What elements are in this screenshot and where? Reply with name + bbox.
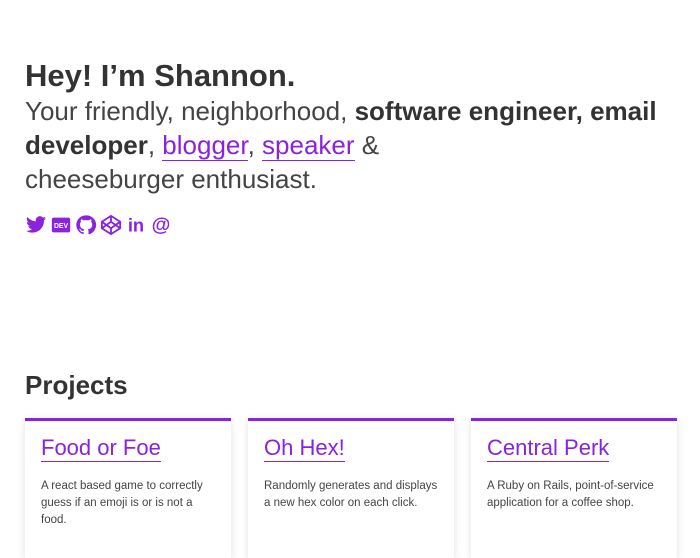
codepen-icon[interactable] (100, 214, 122, 236)
project-description: Randomly generates and displays a new he… (264, 480, 438, 509)
tagline: Your friendly, neighborhood, software en… (25, 94, 685, 196)
twitter-icon[interactable] (25, 214, 47, 236)
linkedin-icon-label: in (128, 214, 144, 235)
tagline-ending: cheeseburger enthusiast. (25, 164, 317, 194)
blogger-link[interactable]: blogger (162, 130, 248, 161)
tagline-intro: Your friendly, neighborhood, (25, 96, 355, 126)
project-cards: Food or Foe A react based game to correc… (25, 418, 677, 558)
project-description: A react based game to correctly guess if… (41, 480, 203, 526)
tagline-separator: , (147, 130, 163, 160)
hero: Hey! I’m Shannon. Your friendly, neighbo… (25, 58, 685, 196)
social-links: DEV in @ (25, 214, 172, 236)
project-card: Food or Foe A react based game to correc… (25, 418, 231, 558)
project-link-central-perk[interactable]: Central Perk (487, 435, 610, 462)
tagline-separator: , (247, 130, 263, 160)
dev-icon[interactable]: DEV (50, 214, 72, 236)
project-link-food-or-foe[interactable]: Food or Foe (41, 435, 161, 462)
dev-icon-label: DEV (54, 223, 69, 230)
github-icon[interactable] (75, 214, 97, 236)
speaker-link[interactable]: speaker (262, 130, 355, 161)
email-icon-label: @ (152, 215, 171, 236)
project-description: A Ruby on Rails, point-of-service applic… (487, 480, 654, 509)
project-card: Central Perk A Ruby on Rails, point-of-s… (471, 418, 677, 558)
email-icon[interactable]: @ (150, 214, 172, 236)
linkedin-icon[interactable]: in (125, 214, 147, 236)
project-link-oh-hex[interactable]: Oh Hex! (264, 435, 345, 462)
project-card: Oh Hex! Randomly generates and displays … (248, 418, 454, 558)
page-title: Hey! I’m Shannon. (25, 58, 296, 93)
tagline-ampersand: & (354, 130, 380, 160)
projects-heading: Projects (25, 370, 128, 400)
